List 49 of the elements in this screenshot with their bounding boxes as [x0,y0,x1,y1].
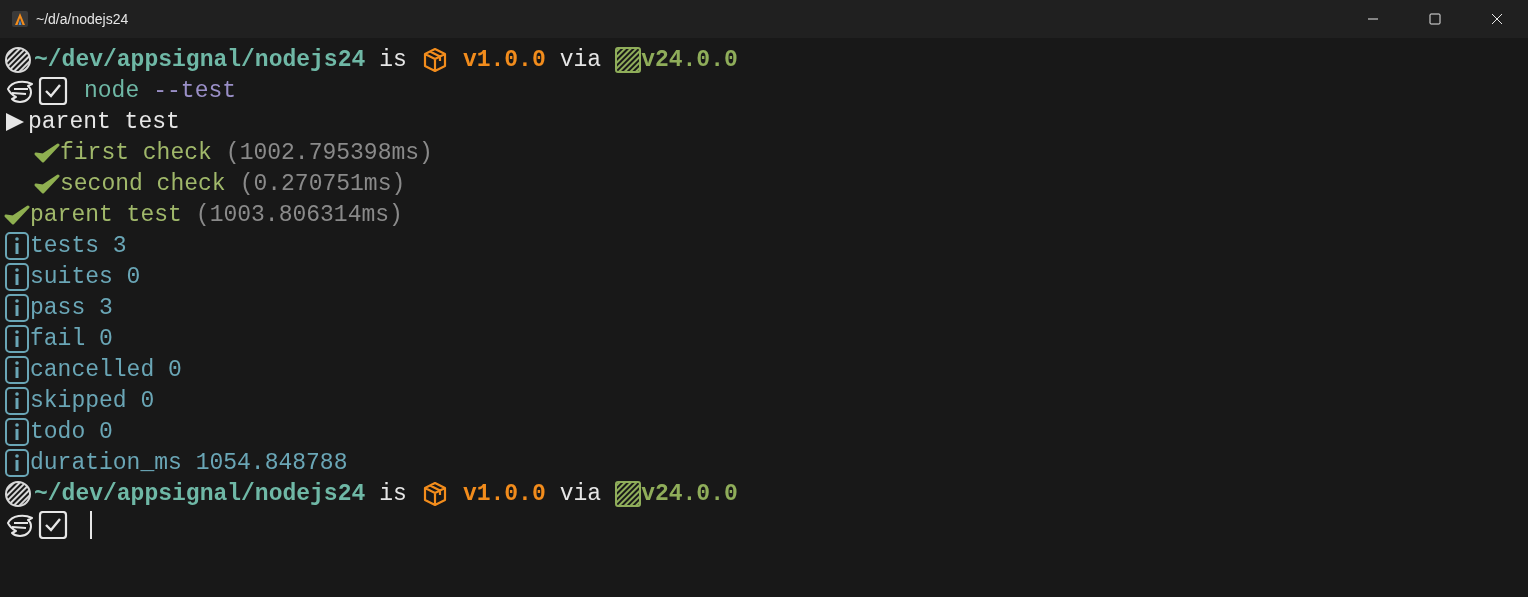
checkbox-icon [38,510,70,539]
prompt-text: via [559,480,602,507]
summary-text: cancelled 0 [30,356,182,383]
prompt-text: via [559,46,602,73]
striped-square-icon [615,45,642,74]
test-name: parent test [30,201,182,228]
node-version: v24.0.0 [641,480,738,507]
text-cursor [90,510,92,539]
info-icon [4,386,30,415]
test-name: second check [60,170,226,197]
checkmark-icon [34,141,60,164]
maximize-icon [1429,13,1441,25]
command-name: node [84,77,140,104]
app-icon [12,11,28,27]
package-version: v1.0.0 [462,480,546,507]
test-duration: (1002.795398ms) [225,139,433,166]
summary-text: pass 3 [30,294,113,321]
summary-text: skipped 0 [30,387,155,414]
command-argument: --test [153,77,237,104]
info-icon [4,448,30,477]
info-icon [4,262,30,291]
striped-square-icon [615,479,642,508]
package-version: v1.0.0 [462,46,546,73]
directory-path: ~/dev/appsignal/nodejs24 [34,46,366,73]
test-name: first check [60,139,212,166]
prompt-text: is [379,46,407,73]
info-icon [4,293,30,322]
checkbox-icon [38,76,70,105]
summary-text: fail 0 [30,325,113,352]
prompt-text: is [379,480,407,507]
node-version: v24.0.0 [641,46,738,73]
test-duration: (0.270751ms) [239,170,406,197]
checkmark-icon [4,203,30,226]
summary-text: todo 0 [30,418,113,445]
window-title: ~/d/a/nodejs24 [36,11,130,27]
info-icon [4,355,30,384]
close-icon [1491,13,1503,25]
summary-text: suites 0 [30,263,141,290]
info-icon [4,417,30,446]
info-icon [4,231,30,260]
checkmark-icon [34,172,60,195]
suite-name: parent test [28,108,180,135]
directory-path: ~/dev/appsignal/nodejs24 [34,480,366,507]
summary-text: tests 3 [30,232,127,259]
test-duration: (1003.806314ms) [195,201,403,228]
info-icon [4,324,30,353]
summary-text: duration_ms 1054.848788 [30,449,348,476]
striped-circle-icon [4,479,34,508]
striped-circle-icon [4,45,34,74]
